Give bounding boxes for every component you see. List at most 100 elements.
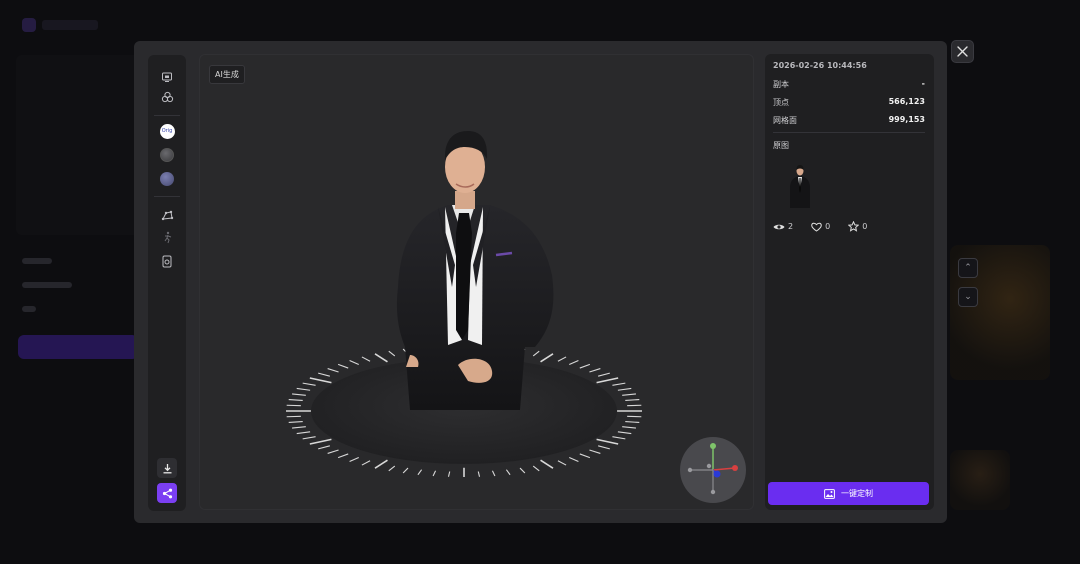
share-icon xyxy=(162,488,172,498)
turntable-tick xyxy=(337,453,349,459)
scroll-up-button[interactable]: ⌃ xyxy=(958,258,978,278)
camera-icon xyxy=(162,72,172,82)
views-count[interactable]: 2 xyxy=(773,221,793,232)
turntable-tick xyxy=(361,460,371,466)
eye-icon xyxy=(773,224,785,229)
info-row-copies: 副本 - xyxy=(773,79,925,90)
turntable-tick xyxy=(337,363,349,369)
turntable-tick xyxy=(477,471,481,477)
material-gray-button[interactable] xyxy=(157,145,177,165)
model-viewer-modal: Orig AI生成 2026-02-26 10:44:56 副本 - 顶点 56… xyxy=(134,41,947,523)
material-original-button[interactable]: Orig xyxy=(157,121,177,141)
3d-scene xyxy=(286,131,642,477)
turntable-tick xyxy=(374,459,388,469)
turntable-tick xyxy=(318,445,330,450)
turntable-tick xyxy=(598,445,610,450)
turntable-tick xyxy=(622,426,636,429)
share-button[interactable] xyxy=(157,483,177,503)
turntable-tick xyxy=(491,470,496,477)
close-icon xyxy=(957,46,968,57)
views-value: 2 xyxy=(788,222,794,231)
turntable-tick xyxy=(296,387,311,391)
turntable-tick xyxy=(361,356,371,362)
turntable-tick xyxy=(532,350,540,357)
info-value: 566,123 xyxy=(888,97,925,106)
turntable-tick xyxy=(288,420,303,424)
camera-view-button[interactable] xyxy=(157,67,177,87)
turntable-tick xyxy=(579,453,591,459)
turntable-tick xyxy=(532,465,540,472)
turntable-tick xyxy=(589,368,601,373)
chevron-up-icon: ⌃ xyxy=(964,263,972,273)
chevron-down-icon: ⌄ xyxy=(964,292,972,302)
original-image xyxy=(790,165,810,208)
layers-icon xyxy=(161,91,173,102)
turntable-tick xyxy=(505,469,511,476)
info-value: - xyxy=(921,79,925,88)
original-image-thumbnail[interactable] xyxy=(782,160,818,208)
turntable-tick xyxy=(327,449,339,454)
turntable-tick xyxy=(598,372,610,377)
layers-button[interactable] xyxy=(157,87,177,107)
3d-viewport[interactable]: AI生成 xyxy=(199,54,754,510)
turntable-tick xyxy=(557,460,567,466)
background-line xyxy=(22,258,52,264)
customize-label: 一键定制 xyxy=(841,489,873,498)
turntable-tick xyxy=(579,363,591,369)
turntable-tick xyxy=(617,431,632,435)
turntable-tick xyxy=(557,356,567,362)
turntable-tick xyxy=(625,398,640,402)
document-button[interactable] xyxy=(157,251,177,271)
turntable-tick xyxy=(589,449,601,454)
info-label: 顶点 xyxy=(773,98,789,107)
close-button[interactable] xyxy=(951,40,974,63)
turntable-tick xyxy=(540,459,554,469)
created-date: 2026-02-26 10:44:56 xyxy=(773,61,867,70)
turntable-tick xyxy=(612,382,626,386)
download-icon xyxy=(163,463,171,473)
info-divider xyxy=(773,132,925,133)
turntable-tick xyxy=(296,431,311,435)
turntable-tick xyxy=(349,359,359,365)
material-gray-icon xyxy=(160,148,174,162)
turntable-tick xyxy=(292,393,306,396)
info-label: 副本 xyxy=(773,80,789,89)
model-stats: 2 0 0 xyxy=(773,221,867,232)
turntable-tick xyxy=(309,377,332,384)
background-panel xyxy=(16,55,140,235)
background-line xyxy=(22,306,36,312)
background-line xyxy=(22,282,72,288)
favorite-button[interactable]: 0 xyxy=(848,221,867,232)
star-icon xyxy=(848,221,860,232)
scroll-down-button[interactable]: ⌄ xyxy=(958,287,978,307)
info-row-vertices: 顶点 566,123 xyxy=(773,97,925,108)
pose-button[interactable] xyxy=(157,227,177,247)
info-value: 999,153 xyxy=(888,115,925,124)
info-label: 网格面 xyxy=(773,116,797,125)
bone-button[interactable] xyxy=(157,205,177,225)
model-info-panel: 2026-02-26 10:44:56 副本 - 顶点 566,123 网格面 … xyxy=(765,54,934,510)
like-button[interactable]: 0 xyxy=(811,221,830,232)
viewer-toolbar: Orig xyxy=(148,55,186,511)
info-row-faces: 网格面 999,153 xyxy=(773,115,925,126)
axis-gizmo[interactable] xyxy=(680,437,746,503)
pose-icon xyxy=(164,231,171,243)
turntable-tick xyxy=(432,470,437,477)
turntable-tick xyxy=(288,398,303,402)
turntable-tick xyxy=(327,368,339,373)
turntable-tick xyxy=(617,387,632,391)
toolbar-divider xyxy=(154,115,180,116)
one-click-customize-button[interactable]: 一键定制 xyxy=(768,482,929,505)
background-thumbnail xyxy=(950,450,1010,510)
turntable-tick xyxy=(447,471,451,477)
turntable-tick xyxy=(417,469,423,476)
original-image-label: 原图 xyxy=(773,141,789,150)
turntable-tick xyxy=(349,457,359,463)
turntable-tick xyxy=(540,353,554,363)
download-button[interactable] xyxy=(157,458,177,478)
material-blue-icon xyxy=(160,172,174,186)
turntable-tick xyxy=(569,359,579,365)
material-blue-button[interactable] xyxy=(157,169,177,189)
turntable-tick xyxy=(388,465,396,472)
favorites-value: 0 xyxy=(862,222,868,231)
